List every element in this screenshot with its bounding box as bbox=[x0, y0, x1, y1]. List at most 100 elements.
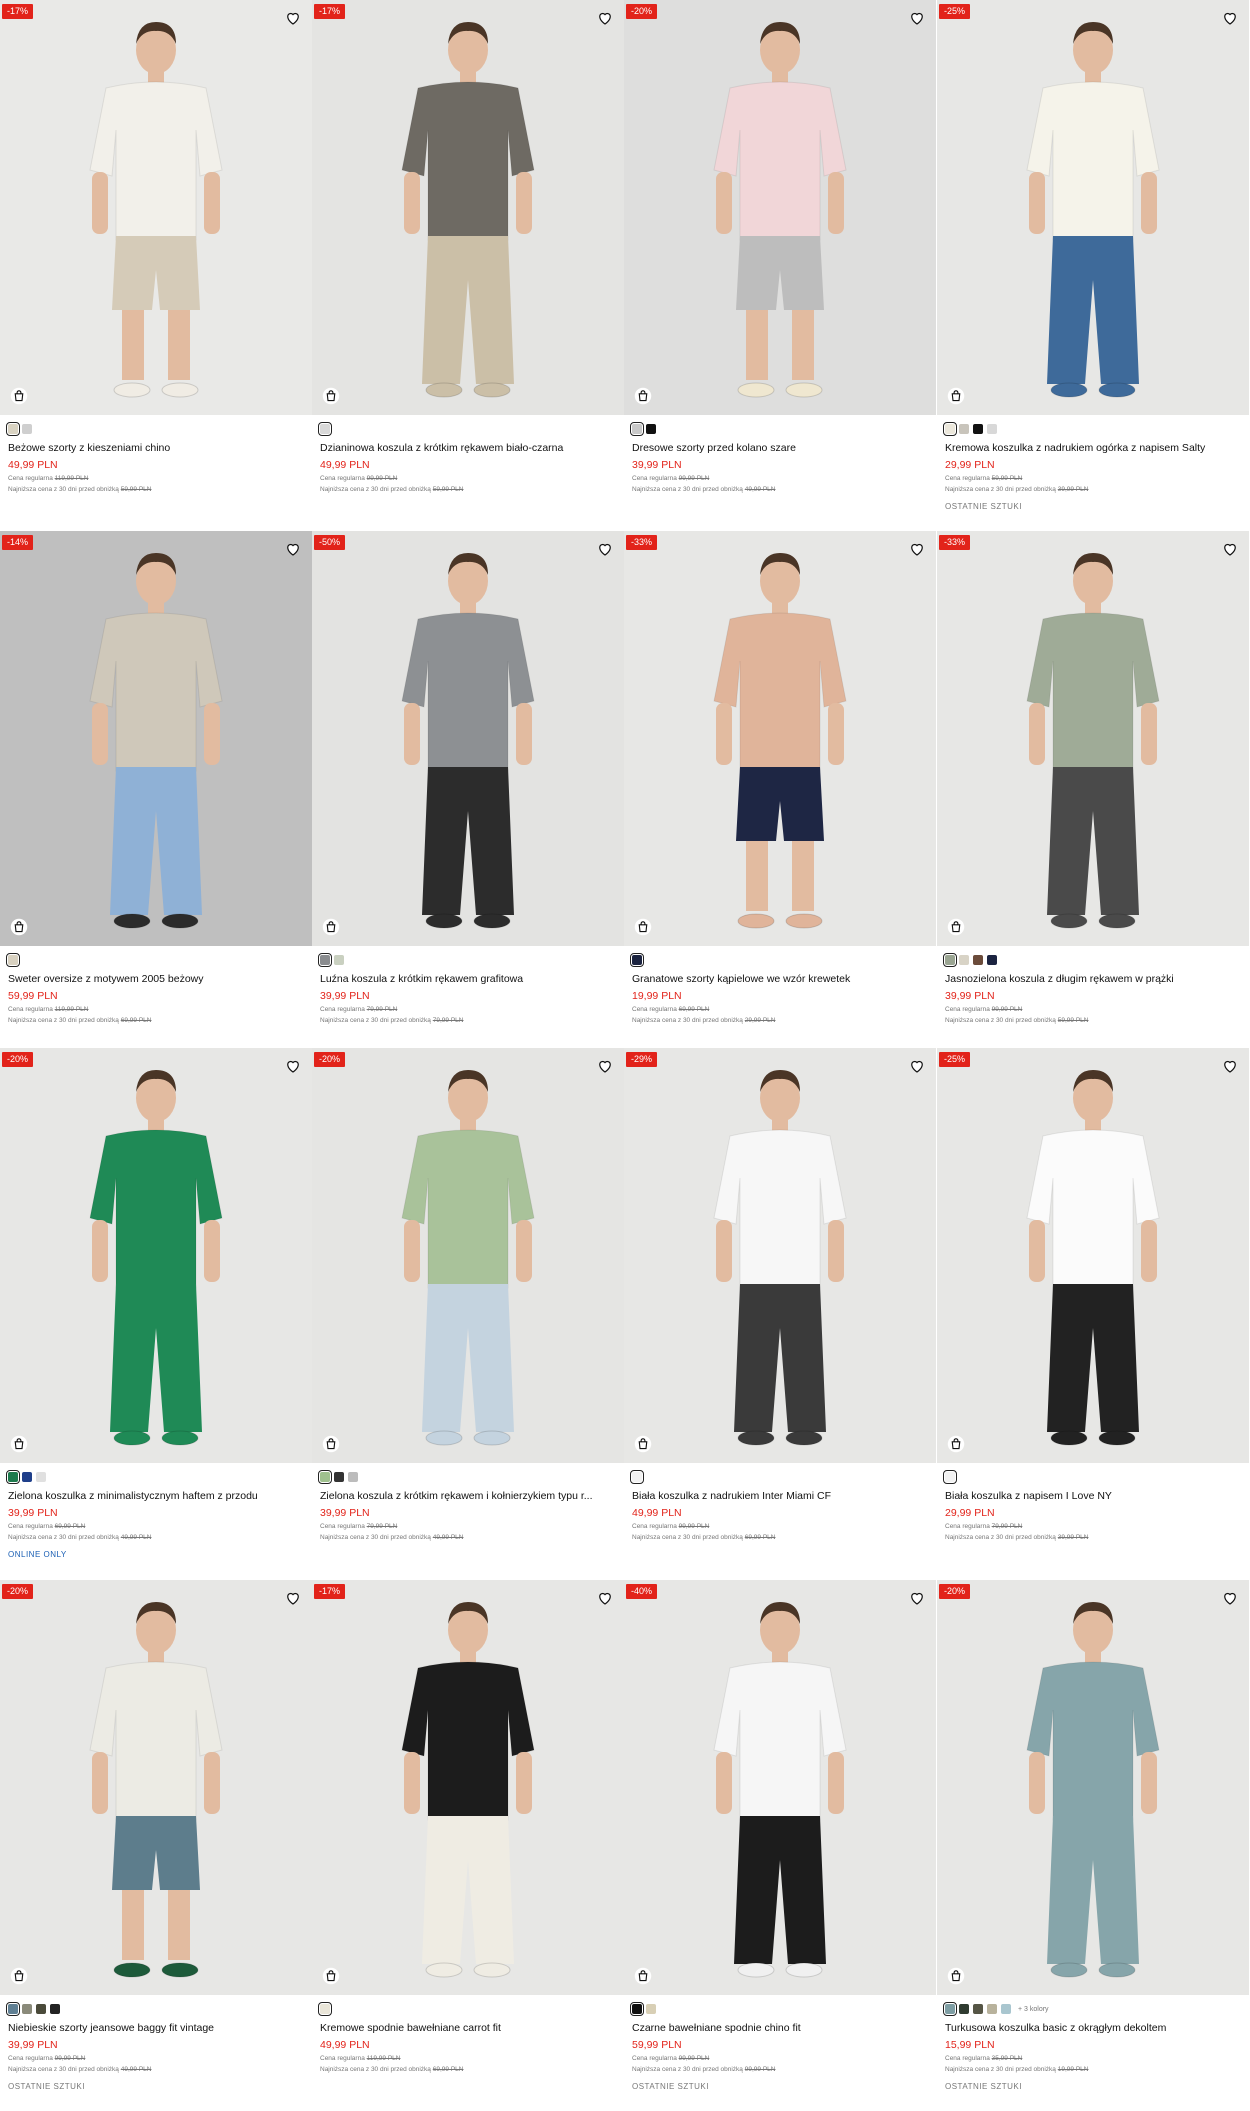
shopping-bag-icon[interactable] bbox=[947, 918, 965, 936]
color-swatch[interactable] bbox=[50, 2004, 60, 2014]
product-image[interactable]: -20% bbox=[0, 1048, 312, 1463]
color-swatch[interactable] bbox=[318, 953, 332, 967]
color-swatch[interactable] bbox=[973, 424, 983, 434]
product-name[interactable]: Luźna koszula z krótkim rękawem grafitow… bbox=[320, 973, 616, 986]
product-name[interactable]: Jasnozielona koszula z długim rękawem w … bbox=[945, 973, 1241, 986]
product-image[interactable]: -17% bbox=[312, 0, 624, 415]
product-image[interactable]: -20% bbox=[312, 1048, 624, 1463]
color-swatch[interactable] bbox=[943, 1470, 957, 1484]
color-swatch[interactable] bbox=[334, 955, 344, 965]
product-image[interactable]: -20% bbox=[0, 1580, 312, 1995]
color-swatch[interactable] bbox=[646, 424, 656, 434]
heart-outline-icon[interactable] bbox=[1221, 1589, 1239, 1607]
product-image[interactable]: -20% bbox=[624, 0, 936, 415]
heart-outline-icon[interactable] bbox=[284, 1589, 302, 1607]
shopping-bag-icon[interactable] bbox=[322, 387, 340, 405]
product-image[interactable]: -17% bbox=[312, 1580, 624, 1995]
product-card[interactable]: -29% Biała koszulka z nadrukiem Inter Mia… bbox=[624, 1048, 936, 1542]
color-swatch[interactable] bbox=[973, 2004, 983, 2014]
product-card[interactable]: -20% Zielona koszula z krótkim rękawem i … bbox=[312, 1048, 624, 1542]
color-swatch[interactable] bbox=[959, 424, 969, 434]
heart-outline-icon[interactable] bbox=[596, 1589, 614, 1607]
color-swatch[interactable] bbox=[959, 955, 969, 965]
color-swatch[interactable] bbox=[646, 2004, 656, 2014]
color-swatch[interactable] bbox=[318, 422, 332, 436]
product-card[interactable]: -50% Luźna koszula z krótkim rękawem graf… bbox=[312, 531, 624, 1025]
color-swatch[interactable] bbox=[6, 2002, 20, 2016]
product-name[interactable]: Kremowe spodnie bawełniane carrot fit bbox=[320, 2022, 616, 2035]
heart-outline-icon[interactable] bbox=[596, 9, 614, 27]
product-card[interactable]: -20% Zielona koszulka z minimalistycznym … bbox=[0, 1048, 312, 1559]
product-card[interactable]: -25% Kremowa koszulka z nadrukiem ogórka … bbox=[937, 0, 1249, 511]
product-image[interactable]: -33% bbox=[624, 531, 936, 946]
product-name[interactable]: Beżowe szorty z kieszeniami chino bbox=[8, 442, 304, 455]
product-card[interactable]: -17% Beżowe szorty z kieszeniami chino 49,… bbox=[0, 0, 312, 494]
shopping-bag-icon[interactable] bbox=[947, 387, 965, 405]
product-name[interactable]: Biała koszulka z napisem I Love NY bbox=[945, 1490, 1241, 1503]
product-image[interactable]: -17% bbox=[0, 0, 312, 415]
shopping-bag-icon[interactable] bbox=[947, 1435, 965, 1453]
heart-outline-icon[interactable] bbox=[908, 1589, 926, 1607]
product-name[interactable]: Biała koszulka z nadrukiem Inter Miami C… bbox=[632, 1490, 928, 1503]
color-swatch[interactable] bbox=[630, 422, 644, 436]
heart-outline-icon[interactable] bbox=[1221, 540, 1239, 558]
product-card[interactable]: -17% Kremowe spodnie bawełniane carrot fi… bbox=[312, 1580, 624, 2074]
heart-outline-icon[interactable] bbox=[908, 1057, 926, 1075]
product-name[interactable]: Dzianinowa koszula z krótkim rękawem bia… bbox=[320, 442, 616, 455]
product-card[interactable]: -17% Dzianinowa koszula z krótkim rękawem… bbox=[312, 0, 624, 494]
product-image[interactable]: -20% bbox=[937, 1580, 1249, 1995]
shopping-bag-icon[interactable] bbox=[322, 1435, 340, 1453]
product-name[interactable]: Dresowe szorty przed kolano szare bbox=[632, 442, 928, 455]
color-swatch[interactable] bbox=[959, 2004, 969, 2014]
product-name[interactable]: Czarne bawełniane spodnie chino fit bbox=[632, 2022, 928, 2035]
color-swatch[interactable] bbox=[987, 955, 997, 965]
color-swatch[interactable] bbox=[1001, 2004, 1011, 2014]
product-card[interactable]: -20% + 3 kolory Turkusowa koszulka basic z… bbox=[937, 1580, 1249, 2091]
color-swatch[interactable] bbox=[943, 422, 957, 436]
product-name[interactable]: Zielona koszulka z minimalistycznym haft… bbox=[8, 1490, 304, 1503]
color-swatch[interactable] bbox=[348, 1472, 358, 1482]
heart-outline-icon[interactable] bbox=[284, 540, 302, 558]
color-swatch[interactable] bbox=[22, 1472, 32, 1482]
product-card[interactable]: -33% Granatowe szorty kąpielowe we wzór k… bbox=[624, 531, 936, 1025]
shopping-bag-icon[interactable] bbox=[10, 918, 28, 936]
shopping-bag-icon[interactable] bbox=[10, 387, 28, 405]
color-swatch[interactable] bbox=[630, 953, 644, 967]
product-image[interactable]: -25% bbox=[937, 1048, 1249, 1463]
color-swatch[interactable] bbox=[36, 1472, 46, 1482]
color-swatch[interactable] bbox=[6, 953, 20, 967]
shopping-bag-icon[interactable] bbox=[634, 1967, 652, 1985]
color-swatch[interactable] bbox=[22, 2004, 32, 2014]
color-swatch[interactable] bbox=[22, 424, 32, 434]
product-name[interactable]: Turkusowa koszulka basic z okrągłym deko… bbox=[945, 2022, 1241, 2035]
product-image[interactable]: -25% bbox=[937, 0, 1249, 415]
product-card[interactable]: -25% Biała koszulka z napisem I Love NY 29… bbox=[937, 1048, 1249, 1542]
product-name[interactable]: Granatowe szorty kąpielowe we wzór krewe… bbox=[632, 973, 928, 986]
product-image[interactable]: -50% bbox=[312, 531, 624, 946]
color-swatch[interactable] bbox=[6, 422, 20, 436]
product-card[interactable]: -40% Czarne bawełniane spodnie chino fit 5… bbox=[624, 1580, 936, 2091]
product-name[interactable]: Niebieskie szorty jeansowe baggy fit vin… bbox=[8, 2022, 304, 2035]
heart-outline-icon[interactable] bbox=[596, 540, 614, 558]
shopping-bag-icon[interactable] bbox=[947, 1967, 965, 1985]
shopping-bag-icon[interactable] bbox=[634, 387, 652, 405]
product-name[interactable]: Zielona koszula z krótkim rękawem i kołn… bbox=[320, 1490, 616, 1503]
color-swatch[interactable] bbox=[334, 1472, 344, 1482]
shopping-bag-icon[interactable] bbox=[634, 1435, 652, 1453]
color-swatch[interactable] bbox=[630, 2002, 644, 2016]
shopping-bag-icon[interactable] bbox=[10, 1967, 28, 1985]
color-swatch[interactable] bbox=[973, 955, 983, 965]
heart-outline-icon[interactable] bbox=[1221, 1057, 1239, 1075]
more-colors-label[interactable]: + 3 kolory bbox=[1018, 2006, 1049, 2013]
color-swatch[interactable] bbox=[36, 2004, 46, 2014]
heart-outline-icon[interactable] bbox=[908, 9, 926, 27]
product-image[interactable]: -33% bbox=[937, 531, 1249, 946]
product-card[interactable]: -20% Niebieskie szorty jeansowe baggy fit… bbox=[0, 1580, 312, 2091]
heart-outline-icon[interactable] bbox=[284, 1057, 302, 1075]
color-swatch[interactable] bbox=[318, 2002, 332, 2016]
heart-outline-icon[interactable] bbox=[596, 1057, 614, 1075]
product-image[interactable]: -14% bbox=[0, 531, 312, 946]
color-swatch[interactable] bbox=[987, 2004, 997, 2014]
heart-outline-icon[interactable] bbox=[908, 540, 926, 558]
heart-outline-icon[interactable] bbox=[1221, 9, 1239, 27]
